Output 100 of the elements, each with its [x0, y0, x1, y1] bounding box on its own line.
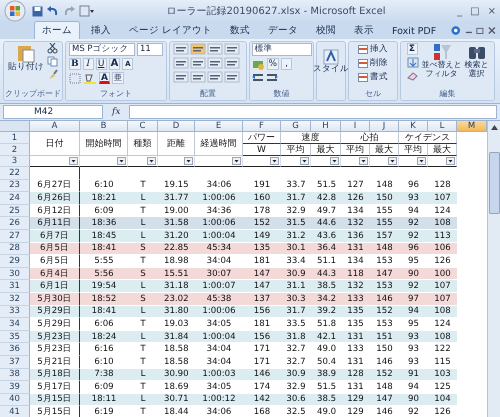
- name-box[interactable]: M42: [3, 105, 103, 119]
- number-format-field[interactable]: 標準: [252, 43, 312, 56]
- font-name-field[interactable]: MS Pゴシック: [69, 43, 135, 56]
- filter-dropdown-icon[interactable]: [270, 157, 279, 165]
- filter-dropdown-icon[interactable]: [446, 157, 455, 165]
- column-header[interactable]: D: [158, 121, 195, 132]
- column-header[interactable]: K: [399, 121, 428, 132]
- row-header[interactable]: 29: [0, 255, 30, 268]
- help-icon[interactable]: [451, 25, 461, 36]
- filter-dropdown-icon[interactable]: [117, 157, 126, 165]
- insert-function-button[interactable]: fx: [106, 107, 126, 117]
- office-button[interactable]: [4, 0, 26, 22]
- filter-dropdown-icon[interactable]: [147, 157, 156, 165]
- find-select-button[interactable]: 検索と 選択: [464, 43, 488, 79]
- row-header[interactable]: 26: [0, 217, 30, 230]
- fill-icon[interactable]: [406, 57, 418, 68]
- font-style-button[interactable]: I: [82, 58, 94, 70]
- brush-icon[interactable]: [47, 69, 58, 80]
- row-header[interactable]: 35: [0, 330, 30, 344]
- font-style-button[interactable]: U: [96, 58, 107, 70]
- cells-menu-button[interactable]: 挿入: [358, 43, 388, 55]
- undo-icon[interactable]: [47, 6, 59, 16]
- column-header[interactable]: G: [281, 121, 311, 132]
- ribbon-tab[interactable]: 表示: [347, 22, 382, 39]
- window-control[interactable]: _: [457, 6, 462, 16]
- vertical-scrollbar[interactable]: [487, 121, 500, 417]
- ribbon-tab[interactable]: ホーム: [34, 21, 80, 39]
- window-control[interactable]: □: [470, 6, 480, 16]
- decrease-decimal-icon[interactable]: [266, 72, 278, 83]
- copy-icon[interactable]: [47, 56, 58, 67]
- column-header[interactable]: F: [243, 121, 281, 132]
- scissors-icon[interactable]: [47, 43, 58, 54]
- styles-button[interactable]: スタイル: [313, 49, 349, 74]
- font-style-button[interactable]: B: [69, 58, 81, 70]
- row-header[interactable]: 23: [0, 180, 30, 192]
- filter-dropdown-icon[interactable]: [184, 157, 193, 165]
- column-header[interactable]: J: [370, 121, 399, 132]
- row-header[interactable]: 22: [0, 167, 30, 180]
- row-header[interactable]: 30: [0, 268, 30, 280]
- column-header[interactable]: I: [341, 121, 370, 132]
- filter-dropdown-icon[interactable]: [69, 157, 78, 165]
- ribbon-tab[interactable]: 校閲: [309, 22, 344, 39]
- cells-menu-button[interactable]: 書式: [358, 71, 388, 83]
- font-size-field[interactable]: 11: [137, 43, 163, 56]
- window-control[interactable]: ×: [488, 6, 496, 16]
- increase-decimal-icon[interactable]: [252, 72, 264, 83]
- ribbon-tab[interactable]: 挿入: [84, 22, 118, 39]
- autosum-button[interactable]: Σ: [406, 43, 418, 55]
- customize-icon[interactable]: [79, 5, 95, 17]
- row-header[interactable]: 3: [0, 156, 30, 167]
- row-header[interactable]: 1: [0, 132, 30, 144]
- phonetic-button[interactable]: 亜: [112, 72, 124, 84]
- row-header[interactable]: 31: [0, 280, 30, 293]
- borders-icon[interactable]: [69, 72, 81, 84]
- row-header[interactable]: 39: [0, 381, 30, 394]
- grow-font-button[interactable]: A: [108, 58, 120, 70]
- formula-field[interactable]: [129, 105, 497, 119]
- comma-button[interactable]: ,: [281, 58, 292, 70]
- column-header[interactable]: C: [128, 121, 158, 132]
- cells-menu-button[interactable]: 削除: [358, 57, 388, 69]
- ribbon-tab[interactable]: Foxit PDF: [385, 24, 444, 39]
- row-header[interactable]: 38: [0, 368, 30, 382]
- ribbon-tab[interactable]: データ: [261, 22, 306, 39]
- percent-button[interactable]: %: [266, 58, 280, 70]
- row-header[interactable]: 37: [0, 356, 30, 368]
- row-header[interactable]: 34: [0, 318, 30, 331]
- scroll-thumb[interactable]: [488, 152, 500, 214]
- filter-dropdown-icon[interactable]: [330, 157, 339, 165]
- fill-color-icon[interactable]: [83, 72, 97, 84]
- row-header[interactable]: 36: [0, 343, 30, 356]
- row-header[interactable]: 27: [0, 230, 30, 243]
- column-header[interactable]: A: [30, 121, 80, 132]
- row-header[interactable]: 2: [0, 144, 30, 156]
- filter-dropdown-icon[interactable]: [417, 157, 426, 165]
- column-header[interactable]: H: [311, 121, 341, 132]
- row-header[interactable]: 41: [0, 406, 30, 417]
- filter-dropdown-icon[interactable]: [388, 157, 397, 165]
- restore-icon[interactable]: [476, 26, 484, 35]
- column-header[interactable]: L: [428, 121, 457, 132]
- ribbon-tab[interactable]: 数式: [223, 22, 258, 39]
- filter-dropdown-icon[interactable]: [359, 157, 368, 165]
- sort-filter-button[interactable]: 並べ替えと フィルタ: [422, 43, 462, 79]
- row-header[interactable]: 33: [0, 306, 30, 318]
- row-header[interactable]: 24: [0, 192, 30, 205]
- row-header[interactable]: 25: [0, 204, 30, 218]
- column-header[interactable]: E: [195, 121, 243, 132]
- eraser-icon[interactable]: [406, 70, 418, 81]
- column-header[interactable]: M: [457, 121, 487, 132]
- filter-dropdown-icon[interactable]: [232, 157, 241, 165]
- column-header[interactable]: B: [80, 121, 128, 132]
- scroll-up-icon[interactable]: [488, 123, 500, 132]
- ribbon-tab[interactable]: ページ レイアウト: [122, 22, 220, 39]
- save-icon[interactable]: [32, 6, 43, 16]
- row-header[interactable]: 32: [0, 292, 30, 306]
- row-header[interactable]: 28: [0, 242, 30, 256]
- close-icon[interactable]: [488, 26, 496, 35]
- font-color-button[interactable]: A: [99, 72, 110, 84]
- row-header[interactable]: 40: [0, 394, 30, 406]
- paste-button[interactable]: 貼り付け: [8, 43, 44, 72]
- filter-dropdown-icon[interactable]: [300, 157, 309, 165]
